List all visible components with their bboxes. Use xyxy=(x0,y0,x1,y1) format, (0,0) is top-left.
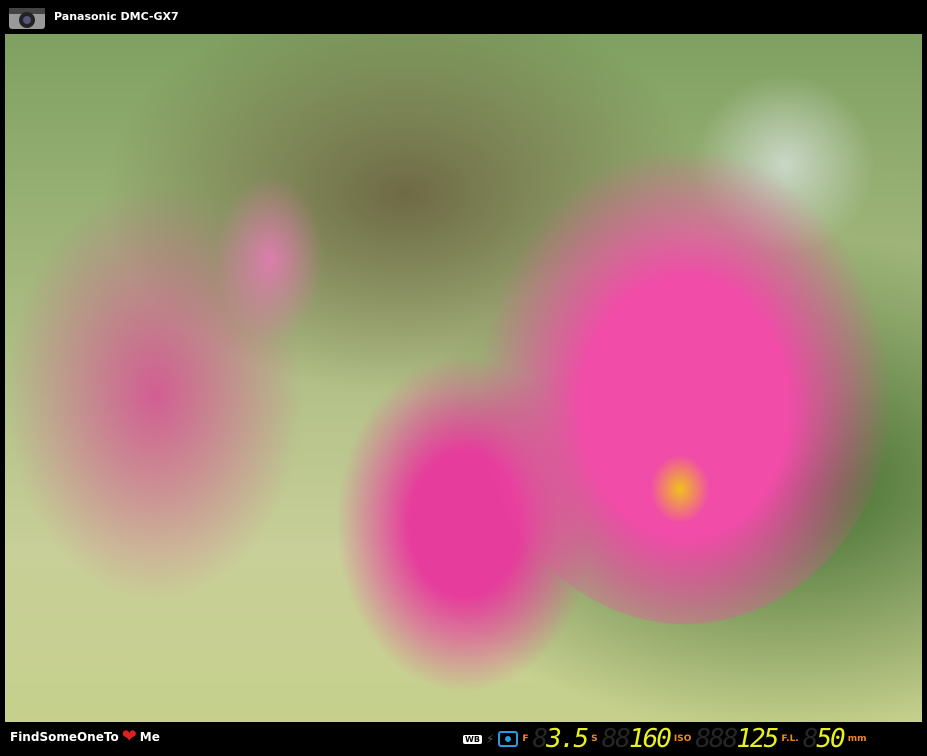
focal-length-label: F.L. xyxy=(781,734,799,744)
exif-readout: WB ⚡ F 83.5 S 88160 ISO 888125 F.L. 850 … xyxy=(463,724,867,754)
shutter-value: 160 xyxy=(628,724,672,754)
aperture-label: F xyxy=(522,734,529,744)
flash-icon: ⚡ xyxy=(485,732,495,746)
camera-icon xyxy=(9,8,45,29)
focal-unit: mm xyxy=(847,734,867,744)
brand: FindSomeOneTo ❤ Me xyxy=(10,726,160,747)
white-balance-icon: WB xyxy=(463,734,482,744)
iso-label: ISO xyxy=(673,734,692,744)
metering-icon xyxy=(498,731,519,747)
title-bar: Panasonic DMC-GX7 xyxy=(0,0,927,34)
photo xyxy=(5,34,922,722)
focal-length-value: 50 xyxy=(816,724,845,754)
brand-text: FindSomeOneTo xyxy=(10,730,119,744)
heart-icon: ❤ xyxy=(121,726,137,747)
aperture-value: 3.5 xyxy=(546,724,589,754)
exif-bar: FindSomeOneTo ❤ Me WB ⚡ F 83.5 S 88160 I… xyxy=(0,722,927,756)
brand-text-end: Me xyxy=(139,730,160,744)
iso-value: 125 xyxy=(736,724,779,754)
shutter-label: S xyxy=(591,734,598,744)
camera-model: Panasonic DMC-GX7 xyxy=(54,10,179,23)
